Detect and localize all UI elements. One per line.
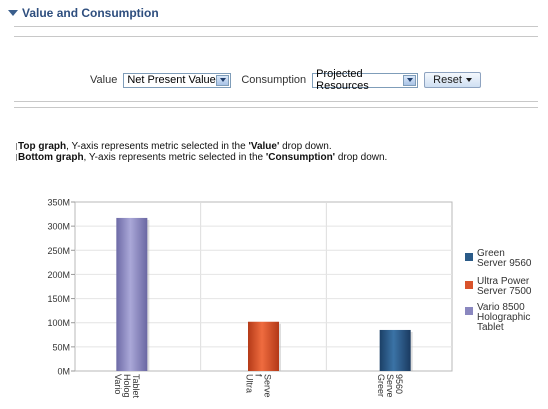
legend-item: Vario 8500 Holographic Tablet — [465, 303, 537, 333]
bar-shadow — [118, 219, 150, 371]
x-category-label: Vario — [113, 374, 123, 394]
dropdown-arrow-icon — [465, 78, 472, 82]
consumption-label: Consumption — [241, 74, 307, 86]
bar-shadow — [250, 323, 281, 371]
value-select[interactable]: Net Present Value — [123, 72, 232, 88]
legend-label: Vario 8500 Holographic Tablet — [477, 302, 531, 333]
description-line-2: Bottom graph, Y-axis represents metric s… — [18, 152, 388, 163]
y-tick-label: 300M — [47, 222, 70, 232]
x-category-label: 9560 — [394, 374, 404, 394]
consumption-select-text: Projected Resources — [316, 68, 369, 92]
y-axis-ticks: 0M 50M 100M 150M 200M 250M 300M 350M — [47, 198, 70, 377]
x-category-label: Tablet — [131, 374, 141, 399]
reset-button[interactable]: Reset — [424, 72, 481, 88]
y-tick-label: 200M — [47, 270, 70, 280]
plot-area — [74, 201, 453, 372]
divider — [14, 36, 538, 37]
y-tick-label: 0M — [57, 367, 70, 377]
bar-chart: 0M 50M 100M 150M 200M 250M 300M 350M Vario Holog… — [47, 198, 453, 399]
divider — [14, 26, 538, 27]
description-line-1: Top graph, Y-axis represents metric sele… — [18, 141, 332, 152]
legend-item: Green Server 9560 — [465, 249, 537, 269]
chevron-down-icon — [406, 78, 413, 82]
consumption-dropdown-button[interactable] — [403, 74, 417, 86]
legend-item: Ultra Power Server 7500 — [465, 277, 537, 297]
value-dropdown-button[interactable] — [216, 74, 230, 86]
x-category-label: Serve — [385, 374, 395, 398]
bullet-mark — [16, 143, 17, 150]
y-tick-label: 250M — [47, 246, 70, 256]
legend-swatch — [465, 281, 473, 289]
y-tick-label: 100M — [47, 318, 70, 328]
x-category-label: Ultra — [245, 374, 255, 393]
bullet-mark — [16, 154, 17, 161]
y-tick-label: 150M — [47, 294, 70, 304]
legend-swatch — [465, 253, 473, 261]
section-header[interactable]: Value and Consumption — [8, 6, 159, 20]
y-tick-label: 50M — [52, 342, 70, 352]
x-category-label: Greer — [376, 374, 386, 397]
x-axis-labels: Vario HologTablet Ultra f Serve Greer Serve 956… — [113, 374, 404, 399]
bar-shadow — [381, 331, 413, 371]
x-category-label: Serve — [263, 374, 273, 398]
legend-swatch — [465, 307, 473, 315]
bar-1 — [248, 321, 279, 371]
legend-label: Ultra Power Server 7500 — [477, 276, 532, 297]
filter-controls: Value Net Present Value Consumption Proj… — [90, 68, 481, 92]
y-tick-label: 350M — [47, 198, 70, 208]
value-select-text: Net Present Value — [127, 74, 216, 86]
section-title: Value and Consumption — [22, 6, 159, 20]
chart-bars — [116, 217, 413, 371]
chevron-down-icon — [219, 78, 226, 82]
reset-label: Reset — [433, 74, 462, 86]
bar-2 — [379, 329, 411, 371]
chart-grid — [71, 201, 453, 372]
value-label: Value — [90, 74, 118, 86]
x-category-label: Holog — [122, 374, 132, 398]
divider — [14, 101, 538, 102]
consumption-select[interactable]: Projected Resources — [312, 68, 419, 92]
bar-0 — [116, 217, 148, 371]
divider — [14, 107, 538, 108]
disclosure-triangle-icon[interactable] — [8, 10, 18, 16]
x-category-label: f — [254, 374, 264, 377]
legend-label: Green Server 9560 — [477, 248, 532, 269]
